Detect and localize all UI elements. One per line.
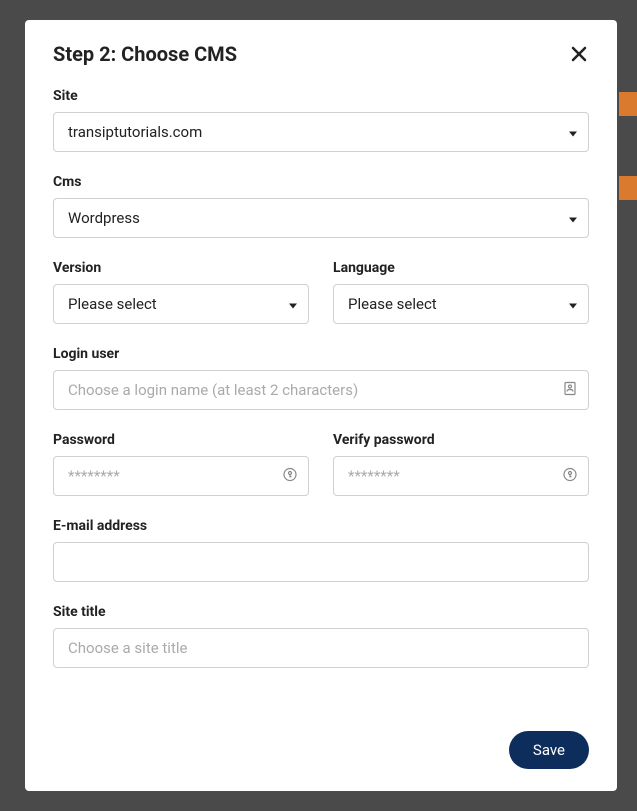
language-group: Language Please select (333, 260, 589, 324)
modal-header: Step 2: Choose CMS (53, 42, 589, 66)
password-group: Password (53, 432, 309, 496)
close-button[interactable] (569, 44, 589, 64)
close-icon (571, 46, 587, 62)
email-input[interactable] (53, 542, 589, 582)
cms-group: Cms Wordpress (53, 174, 589, 238)
save-button[interactable]: Save (509, 731, 589, 769)
cms-label: Cms (53, 174, 589, 190)
login-user-label: Login user (53, 346, 589, 362)
modal-footer: Save (53, 731, 589, 769)
language-label: Language (333, 260, 589, 276)
site-label: Site (53, 88, 589, 104)
choose-cms-modal: Step 2: Choose CMS Site transiptutorials… (25, 20, 617, 791)
version-select[interactable]: Please select (53, 284, 309, 324)
site-title-input[interactable] (53, 628, 589, 668)
language-select[interactable]: Please select (333, 284, 589, 324)
login-user-group: Login user (53, 346, 589, 410)
verify-password-label: Verify password (333, 432, 589, 448)
email-label: E-mail address (53, 518, 589, 534)
site-select[interactable]: transiptutorials.com (53, 112, 589, 152)
site-title-group: Site title (53, 604, 589, 668)
site-group: Site transiptutorials.com (53, 88, 589, 152)
verify-password-input[interactable] (333, 456, 589, 496)
password-input[interactable] (53, 456, 309, 496)
login-user-input[interactable] (53, 370, 589, 410)
verify-password-group: Verify password (333, 432, 589, 496)
version-label: Version (53, 260, 309, 276)
modal-title: Step 2: Choose CMS (53, 42, 237, 66)
version-group: Version Please select (53, 260, 309, 324)
password-label: Password (53, 432, 309, 448)
cms-select[interactable]: Wordpress (53, 198, 589, 238)
email-group: E-mail address (53, 518, 589, 582)
site-title-label: Site title (53, 604, 589, 620)
